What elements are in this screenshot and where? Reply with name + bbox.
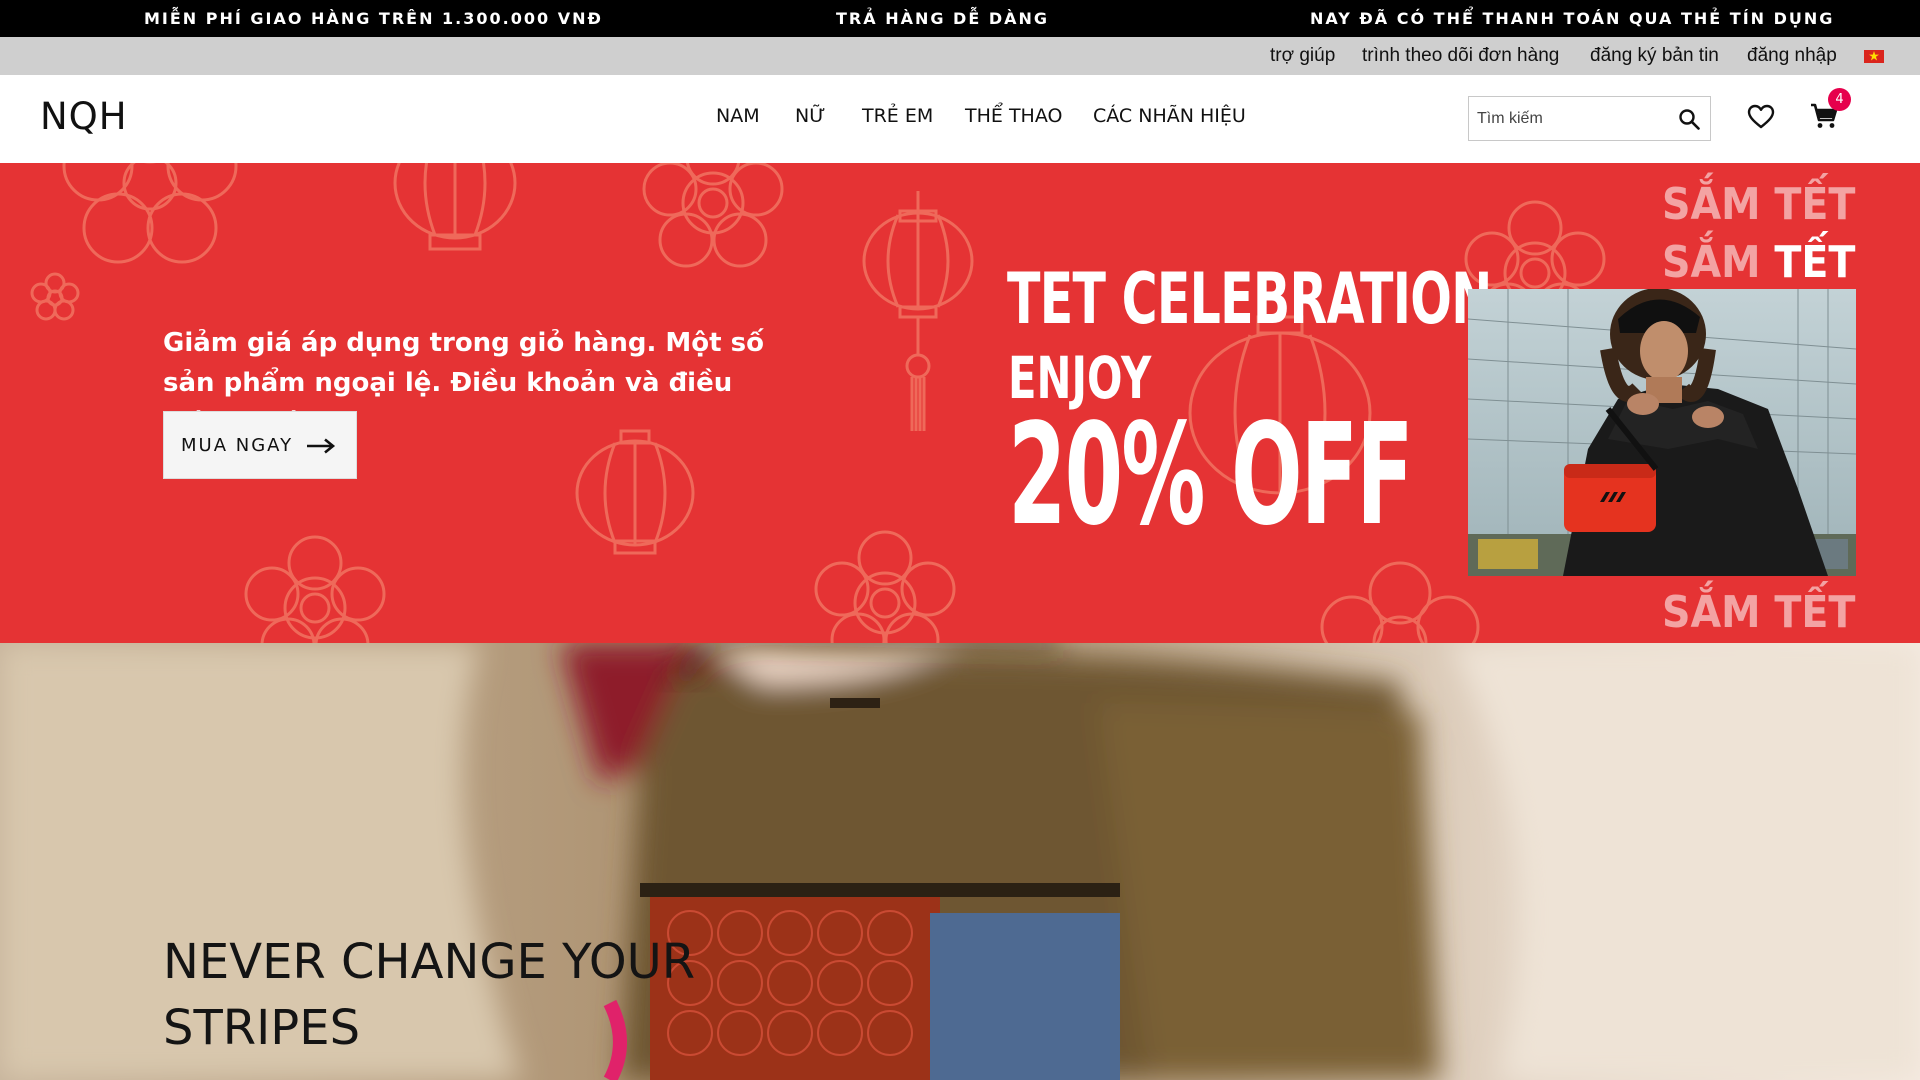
promo-free-shipping: MIỄN PHÍ GIAO HÀNG TRÊN 1.300.000 VNĐ (144, 9, 603, 28)
tet-hero-banner: Giảm giá áp dụng trong giỏ hàng. Một số … (0, 163, 1920, 643)
login-link[interactable]: đăng nhập (1747, 37, 1837, 75)
promo-bar: MIỄN PHÍ GIAO HÀNG TRÊN 1.300.000 VNĐ TR… (0, 0, 1920, 37)
nav-kids[interactable]: TRẺ EM (862, 105, 933, 127)
newsletter-link[interactable]: đăng ký bản tin (1590, 37, 1719, 75)
hero-model-photo (1468, 289, 1856, 576)
shop-now-button[interactable]: MUA NGAY (163, 411, 357, 479)
search-icon[interactable] (1677, 107, 1701, 131)
help-link[interactable]: trợ giúp (1270, 37, 1335, 75)
sam-tet-text: SẮM TẾT (1662, 237, 1855, 288)
cart-count-badge: 4 (1828, 88, 1851, 111)
main-header: NQH NAM NỮ TRẺ EM THỂ THAO CÁC NHÃN HIỆU… (0, 75, 1920, 163)
stripes-title-line1: NEVER CHANGE YOUR (163, 934, 696, 990)
utility-bar: trợ giúp trình theo dõi đơn hàng đăng ký… (0, 37, 1920, 75)
nav-women[interactable]: NỮ (795, 105, 826, 127)
discount-label: 20% OFF (1008, 394, 1414, 557)
sam-tet-text: SẮM TẾT (1662, 179, 1856, 230)
logo[interactable]: NQH (40, 95, 128, 138)
search-box (1468, 96, 1711, 141)
heart-icon[interactable] (1746, 102, 1776, 132)
stripes-title: NEVER CHANGE YOUR STRIPES (163, 929, 763, 1061)
sam-tet-part: SẮM (1662, 237, 1775, 288)
stripes-title-line2: STRIPES (163, 1000, 361, 1056)
nav-men[interactable]: NAM (716, 105, 760, 127)
sam-tet-text: SẮM TẾT (1662, 587, 1856, 638)
promo-credit-card: NAY ĐÃ CÓ THỂ THANH TOÁN QUA THẺ TÍN DỤN… (1310, 9, 1835, 28)
nav-brands[interactable]: CÁC NHÃN HIỆU (1093, 105, 1246, 127)
shop-now-label: MUA NGAY (181, 435, 294, 456)
order-tracker-link[interactable]: trình theo dõi đơn hàng (1362, 37, 1559, 75)
tet-celebration-title: TET CELEBRATION (1007, 258, 1492, 340)
sam-tet-highlight: TẾT (1774, 237, 1856, 288)
vietnam-flag-icon[interactable] (1864, 50, 1884, 63)
nav-sports[interactable]: THỂ THAO (965, 105, 1062, 127)
promo-easy-returns: TRẢ HÀNG DỄ DÀNG (836, 9, 1050, 28)
arrow-right-icon (307, 438, 336, 454)
stripes-banner: NEVER CHANGE YOUR STRIPES (0, 643, 1920, 1080)
search-input[interactable] (1469, 97, 1669, 140)
